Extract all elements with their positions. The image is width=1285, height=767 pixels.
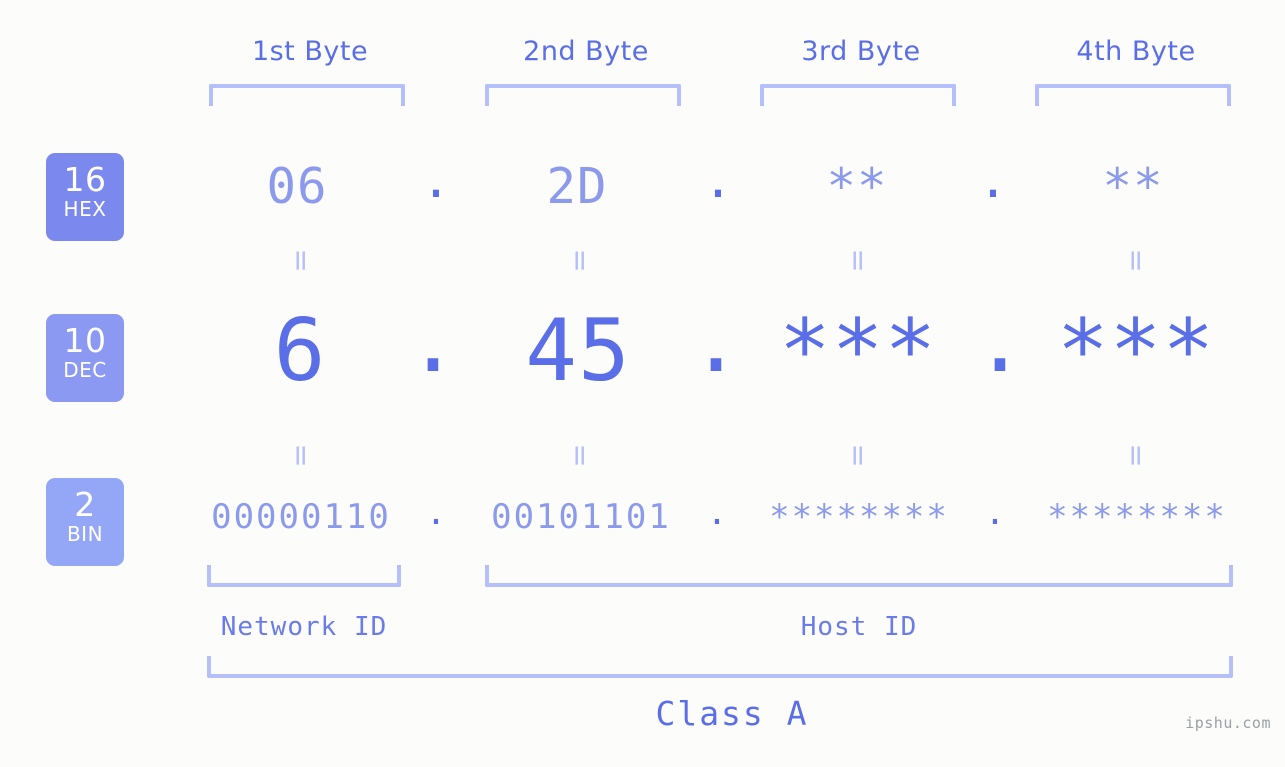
base-badge-bin-number: 2 bbox=[74, 485, 96, 524]
class-label: Class A bbox=[655, 694, 809, 733]
bin-byte-2: 00101101 bbox=[491, 497, 671, 537]
byte-header-label-1: 1st Byte bbox=[251, 36, 369, 67]
dec-separator-2: . bbox=[690, 292, 742, 392]
bin-byte-3: ******** bbox=[769, 497, 949, 537]
equals-icon-hex-dec-2: = bbox=[563, 248, 598, 273]
base-badge-hex: 16 HEX bbox=[46, 153, 124, 241]
hex-byte-3: ** bbox=[826, 158, 888, 215]
equals-icon-hex-dec-3: = bbox=[841, 248, 876, 273]
class-bracket bbox=[207, 656, 1233, 678]
bin-separator-2: . bbox=[706, 493, 728, 533]
dec-byte-2: 45 bbox=[525, 301, 631, 401]
base-badge-dec-name: DEC bbox=[63, 358, 107, 382]
dec-separator-1: . bbox=[407, 292, 459, 392]
equals-icon-hex-dec-4: = bbox=[1119, 248, 1154, 273]
base-badge-dec: 10 DEC bbox=[46, 314, 124, 402]
bin-byte-4: ******** bbox=[1047, 497, 1227, 537]
byte-bracket-top-4 bbox=[1035, 84, 1231, 106]
byte-header-label-4: 4th Byte bbox=[1076, 36, 1196, 67]
hex-byte-2: 2D bbox=[546, 158, 608, 215]
base-badge-hex-number: 16 bbox=[63, 160, 107, 199]
hex-byte-1: 06 bbox=[266, 158, 328, 215]
base-badge-bin: 2 BIN bbox=[46, 478, 124, 566]
network-id-bracket bbox=[207, 565, 401, 587]
ip-address-breakdown-diagram: 1st Byte 2nd Byte 3rd Byte 4th Byte 16 H… bbox=[0, 0, 1285, 767]
equals-icon-hex-dec-1: = bbox=[284, 248, 319, 273]
host-id-label: Host ID bbox=[800, 612, 918, 642]
bin-separator-1: . bbox=[425, 493, 447, 533]
bin-separator-3: . bbox=[984, 493, 1006, 533]
equals-icon-dec-bin-3: = bbox=[841, 443, 876, 468]
equals-icon-dec-bin-4: = bbox=[1119, 443, 1154, 468]
base-badge-hex-name: HEX bbox=[63, 197, 107, 221]
host-id-bracket bbox=[485, 565, 1233, 587]
site-watermark: ipshu.com bbox=[1185, 714, 1271, 732]
base-badge-bin-name: BIN bbox=[66, 522, 104, 546]
network-id-label: Network ID bbox=[220, 612, 388, 642]
byte-header-label-3: 3rd Byte bbox=[801, 36, 921, 67]
byte-bracket-top-1 bbox=[209, 84, 405, 106]
dec-byte-3: *** bbox=[778, 301, 938, 401]
byte-bracket-top-3 bbox=[760, 84, 956, 106]
hex-byte-4: ** bbox=[1102, 158, 1164, 215]
equals-icon-dec-bin-1: = bbox=[284, 443, 319, 468]
byte-bracket-top-2 bbox=[485, 84, 681, 106]
bin-byte-1: 00000110 bbox=[211, 497, 391, 537]
equals-icon-dec-bin-2: = bbox=[563, 443, 598, 468]
dec-byte-1: 6 bbox=[273, 301, 327, 401]
dec-byte-4: *** bbox=[1056, 301, 1216, 401]
byte-header-label-2: 2nd Byte bbox=[523, 36, 649, 67]
base-badge-dec-number: 10 bbox=[63, 321, 107, 360]
